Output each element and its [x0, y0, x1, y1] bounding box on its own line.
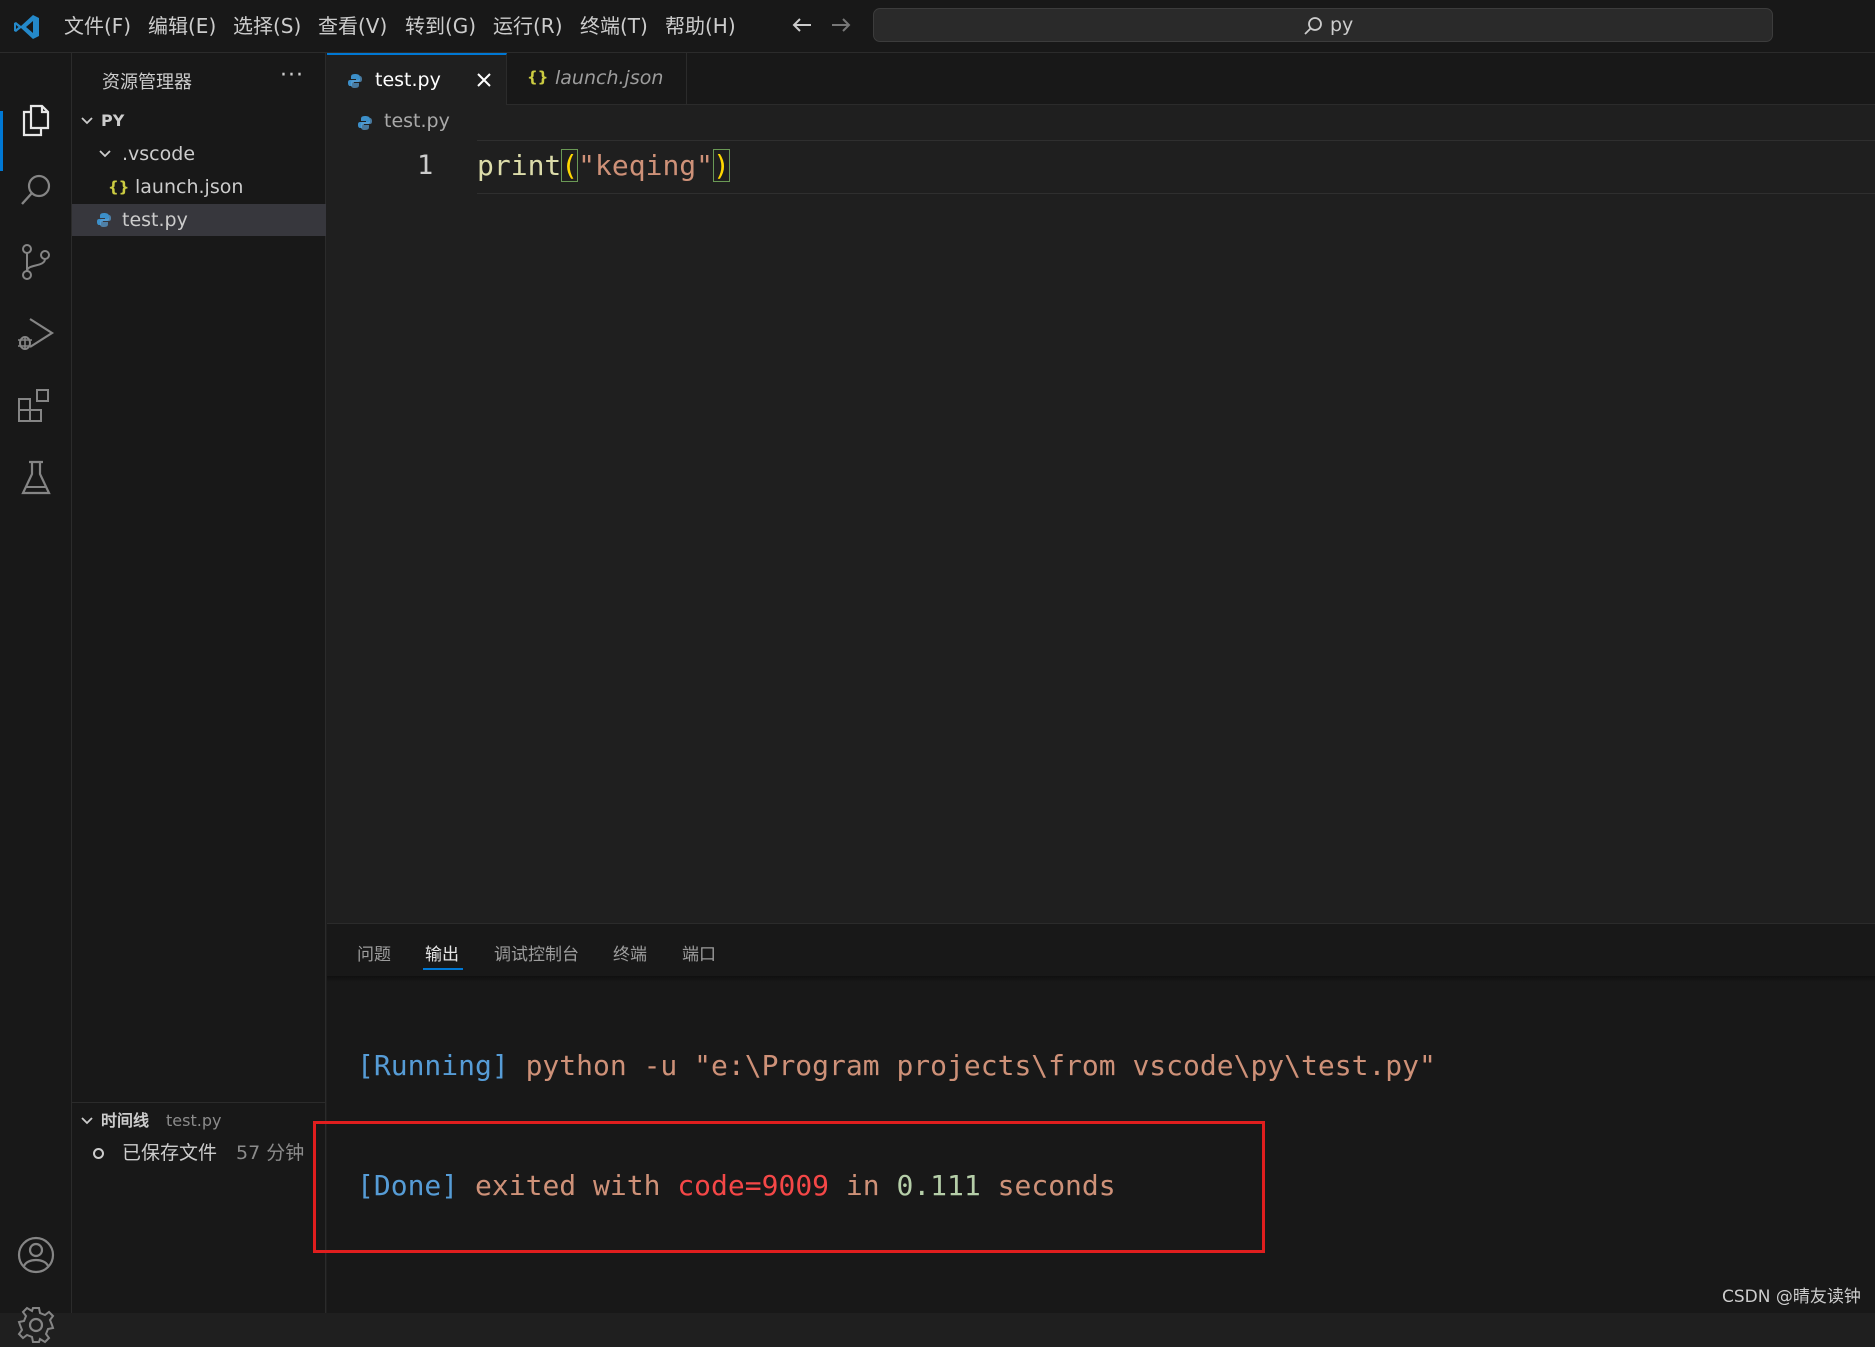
- timeline-entry[interactable]: 已保存文件 57 分钟: [72, 1137, 326, 1169]
- panel-tab-debug-console[interactable]: 调试控制台: [494, 940, 579, 965]
- python-file-icon: [97, 213, 111, 227]
- python-file-icon: [358, 116, 372, 130]
- extensions-icon[interactable]: [14, 384, 58, 428]
- account-icon[interactable]: [14, 1233, 58, 1277]
- source-control-icon[interactable]: [14, 240, 58, 284]
- testing-icon[interactable]: [14, 456, 58, 500]
- timeline-section-header[interactable]: 时间线 test.py: [72, 1105, 326, 1137]
- panel-tab-problems[interactable]: 问题: [357, 940, 391, 965]
- menu-edit[interactable]: 编辑(E): [148, 13, 216, 39]
- vscode-logo-icon: [14, 15, 39, 39]
- explorer-icon[interactable]: [14, 98, 58, 142]
- search-text: py: [1330, 14, 1354, 36]
- activity-bar: [0, 53, 72, 1344]
- tab-launch-json[interactable]: {} launch.json: [507, 53, 687, 105]
- tab-label: test.py: [375, 69, 441, 91]
- sidebar-title: 资源管理器: [102, 72, 192, 93]
- timeline-divider: [72, 1102, 326, 1103]
- timeline-entry-time: 57 分钟: [236, 1142, 305, 1164]
- panel-tab-output[interactable]: 输出: [425, 940, 459, 965]
- menu-go[interactable]: 转到(G): [405, 13, 476, 39]
- menu-view[interactable]: 查看(V): [318, 13, 387, 39]
- folder-label: .vscode: [122, 143, 196, 165]
- explorer-sidebar: 资源管理器 ··· PY .vscode {} launch.json test…: [72, 53, 326, 1313]
- more-actions-button[interactable]: ···: [280, 63, 304, 88]
- code-close-paren: ): [713, 149, 730, 182]
- code-function: print: [477, 149, 562, 182]
- command-center-search[interactable]: py: [873, 8, 1773, 42]
- code-open-paren: (: [561, 149, 579, 182]
- close-icon[interactable]: [475, 71, 493, 89]
- code-editor[interactable]: 1 print("keqing"): [327, 140, 1875, 923]
- circle-icon: [93, 1148, 104, 1159]
- output-running-tag: [Running]: [357, 1049, 509, 1082]
- tree-file-launch-json[interactable]: {} launch.json: [72, 171, 326, 203]
- back-arrow-icon[interactable]: [787, 10, 817, 40]
- output-command: python -u "e:\Program projects\from vsco…: [508, 1049, 1436, 1082]
- breadcrumb: test.py: [327, 106, 1875, 140]
- editor-tab-bar: test.py {} launch.json: [327, 53, 1875, 105]
- menu-terminal[interactable]: 终端(T): [580, 13, 648, 39]
- json-file-icon: {}: [108, 178, 130, 196]
- title-bar: 文件(F) 编辑(E) 选择(S) 查看(V) 转到(G) 运行(R) 终端(T…: [0, 0, 1875, 53]
- tree-folder-vscode[interactable]: .vscode: [72, 138, 326, 170]
- code-string: "keqing": [578, 149, 714, 182]
- timeline-title: 时间线: [101, 1111, 150, 1130]
- python-file-icon: [348, 74, 362, 88]
- panel-tab-bar: 问题 输出 调试控制台 终端 端口: [327, 924, 1875, 976]
- tree-file-test-py[interactable]: test.py: [72, 204, 326, 236]
- tab-label: launch.json: [555, 67, 664, 89]
- panel-tab-terminal[interactable]: 终端: [613, 940, 647, 965]
- timeline-file: test.py: [166, 1111, 222, 1130]
- tree-root-py[interactable]: PY: [72, 105, 326, 137]
- red-annotation-box: [313, 1121, 1265, 1253]
- timeline-entry-label: 已保存文件: [122, 1142, 218, 1164]
- file-label: launch.json: [135, 176, 244, 198]
- settings-gear-icon[interactable]: [14, 1303, 58, 1347]
- line-number: 1: [417, 150, 434, 181]
- chevron-down-icon: [81, 1117, 93, 1125]
- menu-file[interactable]: 文件(F): [64, 13, 131, 39]
- json-file-icon: {}: [527, 68, 549, 86]
- chevron-down-icon: [99, 150, 111, 158]
- code-line[interactable]: print("keqing"): [477, 149, 730, 182]
- menu-selection[interactable]: 选择(S): [233, 13, 301, 39]
- output-running-line: [Running] python -u "e:\Program projects…: [357, 1049, 1436, 1082]
- tab-test-py[interactable]: test.py: [327, 53, 507, 105]
- forward-arrow-icon[interactable]: [826, 10, 856, 40]
- menu-help[interactable]: 帮助(H): [665, 13, 736, 39]
- active-tab-underline: [423, 968, 463, 970]
- breadcrumb-file[interactable]: test.py: [384, 110, 450, 132]
- root-folder-label: PY: [101, 111, 125, 130]
- watermark: CSDN @晴友读钟: [1722, 1287, 1861, 1307]
- chevron-down-icon: [81, 117, 93, 125]
- menu-run[interactable]: 运行(R): [493, 13, 563, 39]
- bottom-panel: 问题 输出 调试控制台 终端 端口 [Running] python -u "e…: [327, 923, 1875, 1313]
- run-debug-icon[interactable]: [14, 312, 58, 356]
- panel-tab-ports[interactable]: 端口: [682, 940, 716, 965]
- panel-shadow: [327, 976, 1875, 982]
- file-label: test.py: [122, 209, 188, 231]
- active-indicator: [0, 111, 3, 171]
- search-icon: [1304, 17, 1322, 35]
- search-activity-icon[interactable]: [14, 168, 58, 212]
